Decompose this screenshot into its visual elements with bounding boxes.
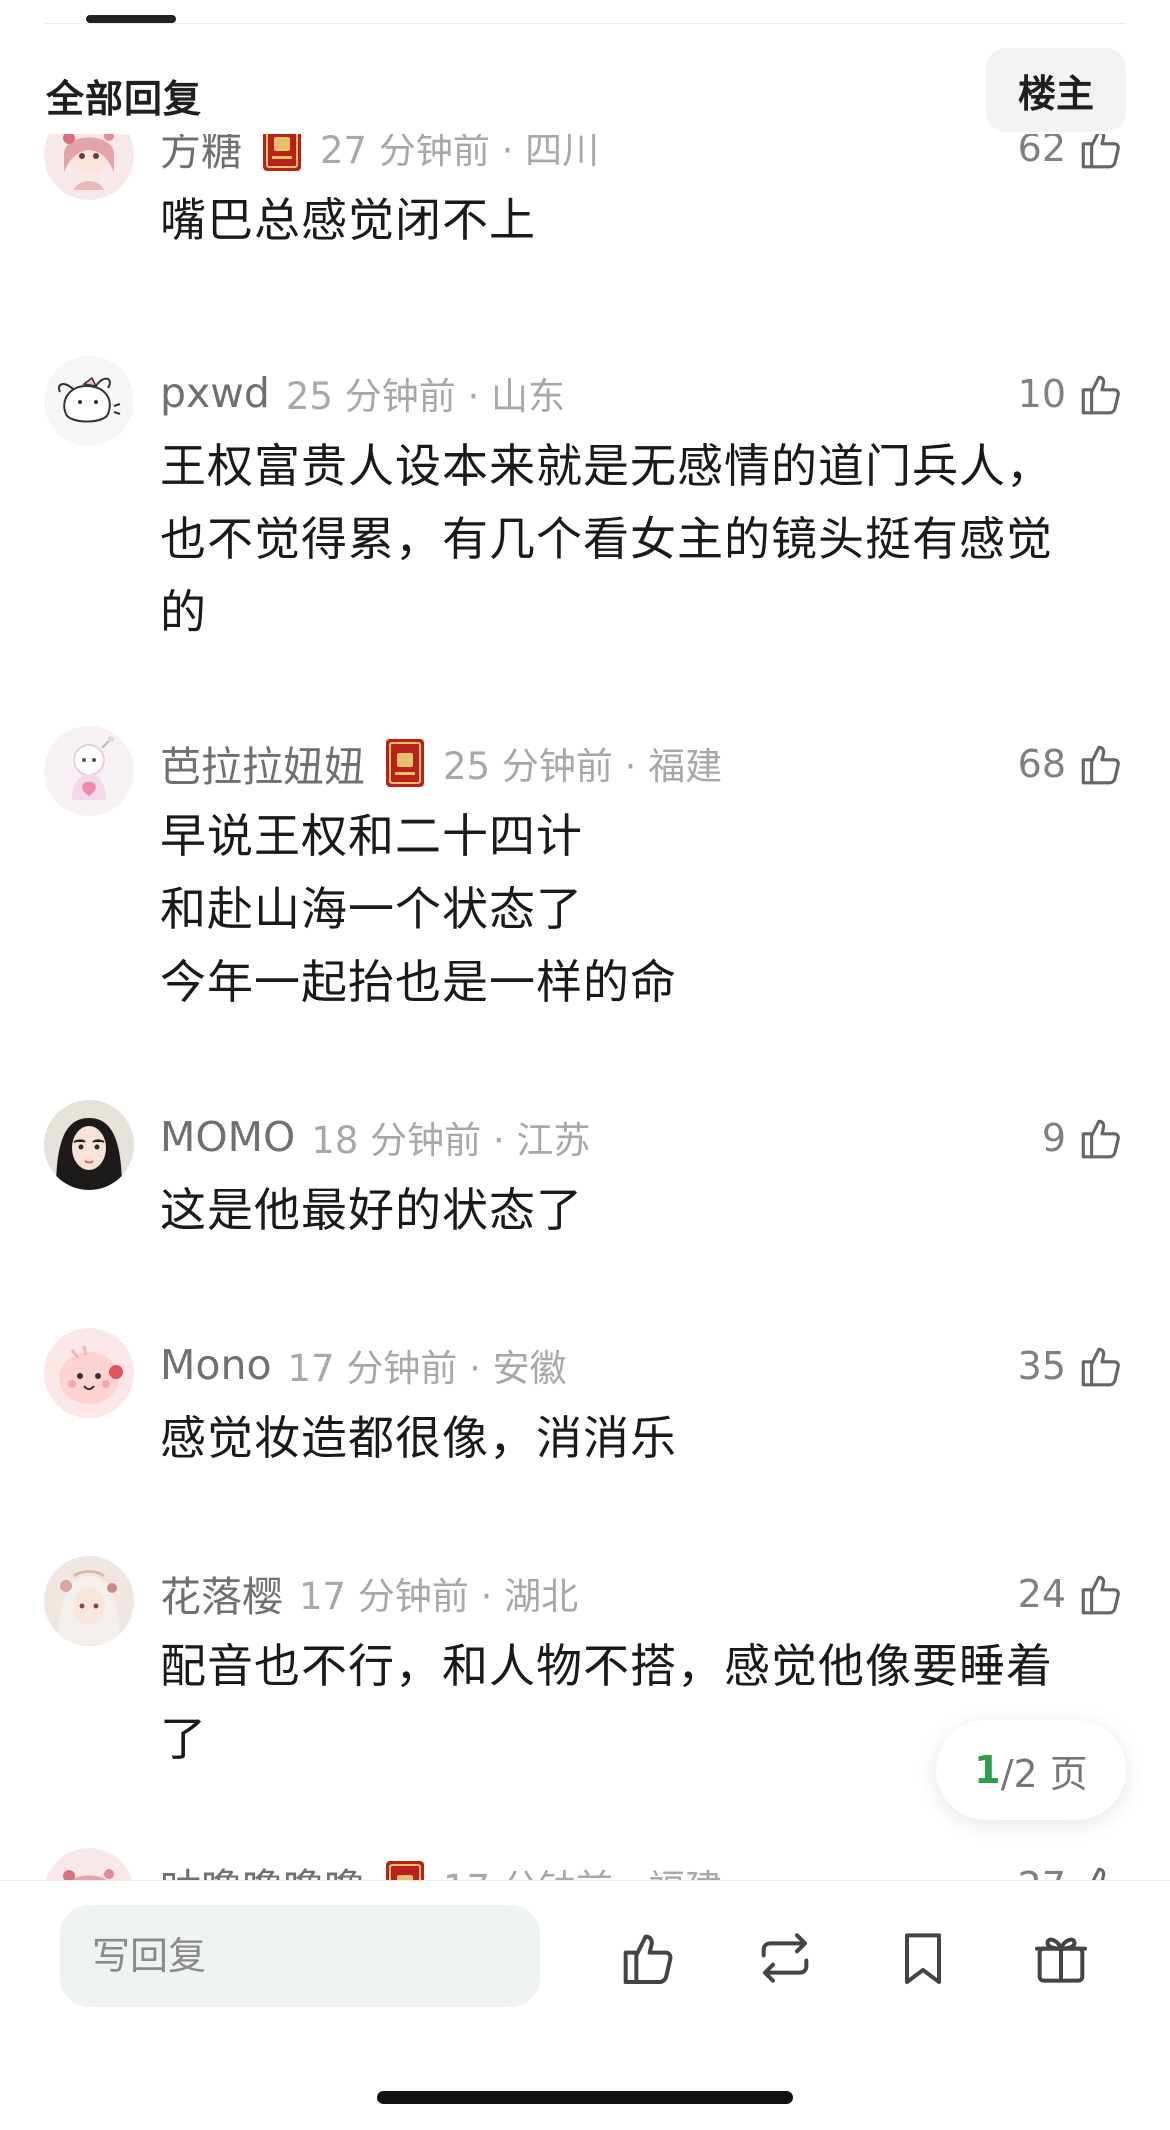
like-button[interactable]: 10	[1018, 368, 1126, 420]
username[interactable]: 花落樱	[160, 1563, 283, 1623]
red-book-badge-icon	[383, 737, 427, 789]
avatar[interactable]	[44, 726, 134, 816]
comment-line: 早说王权和二十四计	[160, 809, 583, 863]
avatar[interactable]	[44, 1848, 134, 1880]
comment-time-location: 17 分钟前 · 安徽	[287, 1347, 567, 1390]
comment-list: 方糖 27 分钟前 · 四川 62 嘴巴总感觉闭不上 pxwd 25 分钟前 · 山东 10…	[0, 0, 1170, 1880]
page-indicator[interactable]: 1/2 页	[936, 1720, 1126, 1820]
page-title: 全部回复	[46, 77, 203, 121]
page-current: 1	[974, 1748, 1001, 1792]
like-count: 9	[1041, 1116, 1066, 1160]
avatar[interactable]	[44, 1328, 134, 1418]
bottom-action-bar	[0, 1880, 1170, 2130]
like-count: 35	[1017, 1344, 1066, 1388]
comment-text: 嘴巴总感觉闭不上	[160, 184, 1090, 257]
like-count: 68	[1017, 742, 1066, 786]
repost-button[interactable]	[750, 1923, 820, 1993]
like-button[interactable]	[612, 1923, 682, 1993]
avatar[interactable]	[44, 1556, 134, 1646]
red-book-badge-icon	[383, 1859, 427, 1880]
comment-time-location: 18 分钟前 · 江苏	[311, 1119, 591, 1162]
repost-icon	[753, 1926, 817, 1990]
like-count: 10	[1017, 372, 1066, 416]
thumbs-up-icon	[1076, 1861, 1126, 1880]
avatar[interactable]	[44, 1100, 134, 1190]
gift-button[interactable]	[1026, 1923, 1096, 1993]
comment-time-location: 17 分钟前 · 湖北	[299, 1575, 579, 1618]
comment-text: 感觉妆造都很像，消消乐	[160, 1402, 1090, 1475]
bookmark-icon	[891, 1926, 955, 1990]
thumbs-up-icon	[1076, 1569, 1126, 1619]
username[interactable]: MOMO	[160, 1113, 295, 1161]
comment-line: 也不觉得累，有几个看女主的镜头挺有感觉	[160, 512, 1053, 566]
comment-line: 和赴山海一个状态了	[160, 882, 583, 936]
like-count: 27	[1018, 1864, 1066, 1880]
username[interactable]: 咕噜噜噜噜	[160, 1855, 365, 1880]
comment-line: 配音也不行，和人物不搭，感觉他像要睡着	[160, 1639, 1053, 1693]
thumbs-up-icon	[1076, 369, 1126, 419]
comment-text: 早说王权和二十四计 和赴山海一个状态了今年一起抬也是一样的命	[160, 800, 1090, 1019]
comment-text: 王权富贵人设本来就是无感情的道门兵人， 也不觉得累，有几个看女主的镜头挺有感觉的	[160, 430, 1090, 649]
gift-icon	[1029, 1926, 1093, 1990]
bookmark-button[interactable]	[888, 1923, 958, 1993]
like-button[interactable]: 68	[1018, 738, 1126, 790]
avatar[interactable]	[44, 356, 134, 446]
op-filter-button[interactable]: 楼主	[986, 48, 1126, 132]
like-button[interactable]: 27	[1018, 1860, 1126, 1880]
like-button[interactable]: 35	[1018, 1340, 1126, 1392]
page-total: /2 页	[1000, 1751, 1088, 1796]
comment-line: 感觉妆造都很像，消消乐	[160, 1411, 677, 1465]
comment-line: 今年一起抬也是一样的命	[160, 955, 677, 1009]
comment-time-location: 25 分钟前 · 福建	[443, 745, 723, 788]
username[interactable]: Mono	[160, 1341, 272, 1389]
comment-line: 王权富贵人设本来就是无感情的道门兵人，	[160, 439, 1053, 493]
comment-meta: 咕噜噜噜噜17 分钟前 · 福建	[160, 1860, 722, 1880]
comment-time-location: 25 分钟前 · 山东	[285, 375, 565, 418]
reply-input[interactable]	[60, 1905, 540, 2007]
thumbs-up-icon	[1076, 739, 1126, 789]
comment-meta: MOMO 18 分钟前 · 江苏	[160, 1112, 590, 1162]
username[interactable]: 芭拉拉妞妞	[160, 733, 365, 793]
comment-meta: Mono 17 分钟前 · 安徽	[160, 1340, 567, 1390]
home-indicator	[377, 2091, 793, 2104]
comment-text: 这是他最好的状态了	[160, 1174, 1090, 1247]
comment-meta: pxwd 25 分钟前 · 山东	[160, 368, 565, 418]
comment-line: 嘴巴总感觉闭不上	[160, 193, 536, 247]
thumbs-up-icon	[1076, 1113, 1126, 1163]
replies-header: 全部回复 楼主	[0, 48, 1170, 134]
comment-line: 这是他最好的状态了	[160, 1183, 583, 1237]
comment-meta: 芭拉拉妞妞 25 分钟前 · 福建	[160, 737, 723, 791]
username[interactable]: pxwd	[160, 369, 270, 417]
comment-time-location: 17 分钟前 · 福建	[443, 1858, 722, 1880]
thumbs-up-icon	[615, 1926, 679, 1990]
comment-line: 的	[160, 585, 207, 639]
like-button[interactable]: 9	[1042, 1112, 1126, 1164]
like-button[interactable]: 24	[1018, 1568, 1126, 1620]
like-count: 24	[1017, 1572, 1066, 1616]
thumbs-up-icon	[1076, 1341, 1126, 1391]
comment-meta: 花落樱 17 分钟前 · 湖北	[160, 1568, 579, 1621]
